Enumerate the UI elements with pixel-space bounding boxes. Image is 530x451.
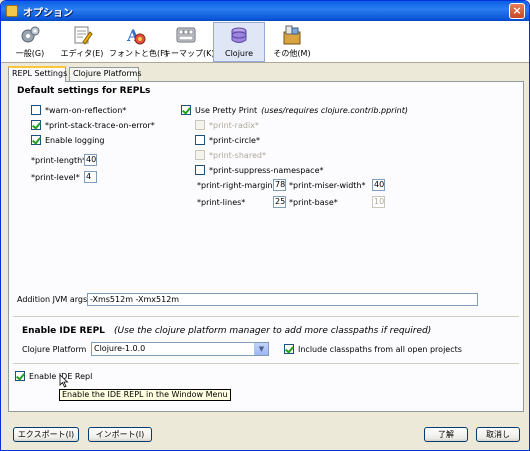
fonts-colors-icon: A xyxy=(126,26,146,45)
default-repl-settings-title: Default settings for REPLs xyxy=(17,86,151,96)
category-general[interactable]: 一般(G) xyxy=(9,22,51,62)
enable-logging-label: Enable logging xyxy=(45,135,105,145)
keymap-icon xyxy=(176,27,196,43)
window-icon xyxy=(6,5,18,17)
pretty-print-note: (uses/requires clojure.contrib.pprint) xyxy=(261,105,409,115)
category-clojure-label: Clojure xyxy=(224,49,254,58)
enable-ide-repl-checkbox[interactable]: Enable IDE Repl xyxy=(15,371,92,381)
clojure-platform-label: Clojure Platform xyxy=(22,345,87,354)
clojure-platform-value: Clojure-1.0.0 xyxy=(94,344,146,353)
print-suppress-namespace-label: *print-suppress-namespace* xyxy=(209,165,324,175)
warn-on-reflection-box[interactable] xyxy=(31,105,41,115)
include-classpaths-checkbox[interactable]: Include classpaths from all open project… xyxy=(284,344,462,354)
ide-repl-title-text: Enable IDE REPL xyxy=(22,326,105,336)
print-suppress-namespace-checkbox[interactable]: *print-suppress-namespace* xyxy=(195,165,324,175)
export-button[interactable]: エクスポート(I) xyxy=(13,427,79,442)
print-level-field[interactable]: 4 xyxy=(84,171,97,183)
print-radix-label: *print-radix* xyxy=(209,120,259,130)
ide-repl-note: (Use the clojure platform manager to add… xyxy=(114,326,432,336)
print-length-label: *print-length* xyxy=(31,156,87,165)
print-radix-checkbox: *print-radix* xyxy=(195,120,259,130)
print-circle-box[interactable] xyxy=(195,135,205,145)
enable-ide-repl-tooltip: Enable the IDE REPL in the Window Menu xyxy=(59,389,231,401)
category-miscellaneous-label: その他(M) xyxy=(273,49,311,58)
pretty-print-box[interactable] xyxy=(181,105,191,115)
print-stack-trace-box[interactable] xyxy=(31,120,41,130)
options-window: オプション × 一般(G) エディタ(E) A フォントと色(F) キーマップ(… xyxy=(0,0,530,451)
print-radix-box xyxy=(195,120,205,130)
clojure-platform-select[interactable]: Clojure-1.0.0 ▼ xyxy=(91,342,269,356)
editor-icon xyxy=(74,26,93,45)
category-toolbar: 一般(G) エディタ(E) A フォントと色(F) キーマップ(K) Cloju… xyxy=(1,21,529,63)
enable-logging-checkbox[interactable]: Enable logging xyxy=(31,135,104,145)
include-classpaths-box[interactable] xyxy=(284,344,294,354)
enable-logging-box[interactable] xyxy=(31,135,41,145)
tab-repl-settings[interactable]: REPL Settings xyxy=(8,66,67,82)
print-shared-box xyxy=(195,150,205,160)
print-lines-field[interactable]: 25 xyxy=(273,196,286,208)
print-base-field: 10 xyxy=(372,196,385,208)
print-miser-width-field[interactable]: 40 xyxy=(372,179,385,191)
print-base-label: *print-base* xyxy=(289,198,338,207)
category-general-label: 一般(G) xyxy=(15,49,45,58)
mouse-cursor-icon xyxy=(59,374,69,388)
pretty-print-checkbox[interactable]: Use Pretty Print (uses/requires clojure.… xyxy=(181,105,408,115)
print-shared-label: *print-shared* xyxy=(209,150,266,160)
print-shared-checkbox: *print-shared* xyxy=(195,150,266,160)
chevron-down-icon[interactable]: ▼ xyxy=(254,343,268,355)
ide-repl-divider xyxy=(13,363,519,364)
category-editor[interactable]: エディタ(E) xyxy=(59,22,105,62)
include-classpaths-label: Include classpaths from all open project… xyxy=(298,344,462,354)
jvm-args-label: Addition JVM args: xyxy=(17,295,90,304)
enable-ide-repl-box[interactable] xyxy=(15,371,25,381)
category-fonts-colors[interactable]: A フォントと色(F) xyxy=(109,22,168,62)
category-clojure[interactable]: Clojure xyxy=(213,22,265,62)
general-settings-icon xyxy=(21,26,40,43)
ok-button[interactable]: 了解 xyxy=(424,427,468,442)
jvm-args-input[interactable]: -Xms512m -Xmx512m xyxy=(87,293,478,306)
print-right-margin-field[interactable]: 78 xyxy=(273,179,286,191)
category-keymap-label: キーマップ(K) xyxy=(163,49,215,58)
print-suppress-namespace-box[interactable] xyxy=(195,165,205,175)
print-circle-checkbox[interactable]: *print-circle* xyxy=(195,135,260,145)
category-keymap[interactable]: キーマップ(K) xyxy=(163,22,215,62)
category-miscellaneous[interactable]: その他(M) xyxy=(269,22,315,62)
miscellaneous-icon xyxy=(283,25,301,45)
print-stack-trace-label: *print-stack-trace-on-error* xyxy=(45,120,155,130)
import-button[interactable]: インポート(I) xyxy=(88,427,152,442)
pretty-print-label: Use Pretty Print xyxy=(195,105,258,115)
warn-on-reflection-checkbox[interactable]: *warn-on-reflection* xyxy=(31,105,126,115)
category-fonts-colors-label: フォントと色(F) xyxy=(109,49,168,58)
close-button[interactable]: × xyxy=(509,3,525,19)
ide-repl-title: Enable IDE REPL (Use the clojure platfor… xyxy=(22,326,431,336)
window-title: オプション xyxy=(23,8,73,19)
category-editor-label: エディタ(E) xyxy=(60,49,104,58)
cancel-button[interactable]: 取消し xyxy=(476,427,520,442)
print-circle-label: *print-circle* xyxy=(209,135,260,145)
warn-on-reflection-label: *warn-on-reflection* xyxy=(45,105,127,115)
section-divider xyxy=(13,316,519,317)
title-bar[interactable]: オプション × xyxy=(1,1,529,21)
tab-clojure-platforms[interactable]: Clojure Platforms xyxy=(69,67,141,81)
print-stack-trace-checkbox[interactable]: *print-stack-trace-on-error* xyxy=(31,120,155,130)
print-right-margin-label: *print-right-margin* xyxy=(197,181,277,190)
clojure-icon xyxy=(231,27,247,43)
print-length-field[interactable]: 40 xyxy=(84,154,97,166)
print-lines-label: *print-lines* xyxy=(197,198,246,207)
print-miser-width-label: *print-miser-width* xyxy=(289,181,366,190)
print-level-label: *print-level* xyxy=(31,173,80,182)
